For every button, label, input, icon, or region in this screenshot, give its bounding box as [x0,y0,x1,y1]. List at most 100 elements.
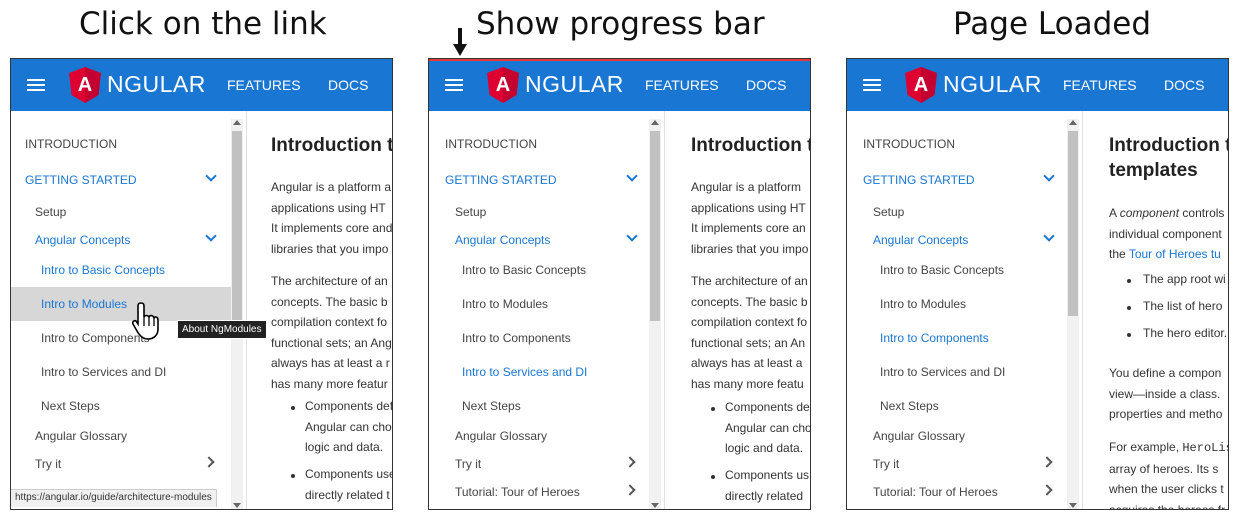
sidebar-item-tutorial[interactable]: Tutorial: Tour of Heroes [873,485,998,499]
status-bar-url: https://angular.io/guide/architecture-mo… [11,489,217,507]
hamburger-menu-icon[interactable] [445,79,463,91]
bullet-item: Components def Angular can cho logic and… [305,396,392,458]
sidebar-item-next-steps[interactable]: Next Steps [462,399,521,413]
text-line: For example, HeroLis [1109,437,1228,459]
sidebar-item-introduction[interactable]: INTRODUCTION [863,137,955,151]
nav-features[interactable]: FEATURES [227,77,301,93]
progress-bar [429,59,810,61]
sidebar-item-intro-modules[interactable]: Intro to Modules [880,297,966,311]
sidebar-item-angular-concepts[interactable]: Angular Concepts [35,233,130,247]
sidebar-item-introduction[interactable]: INTRODUCTION [445,137,537,151]
sidebar-item-angular-concepts[interactable]: Angular Concepts [873,233,968,247]
sidebar-scrollbar[interactable] [649,119,661,509]
text-line: always has at least a [691,356,803,370]
sidebar-item-intro-basic[interactable]: Intro to Basic Concepts [880,263,1004,277]
paragraph: A component controls individual componen… [1109,203,1224,265]
sidebar-item-angular-concepts[interactable]: Angular Concepts [455,233,550,247]
text-line: logic and data. [305,440,384,454]
bullet-dot [1127,333,1131,337]
chevron-right-icon[interactable] [203,456,215,468]
chevron-right-icon[interactable] [1041,456,1053,468]
sidebar-item-getting-started[interactable]: GETTING STARTED [863,173,975,187]
chevron-down-icon[interactable] [1043,170,1055,182]
sidebar-item-setup[interactable]: Setup [873,205,904,219]
logo-letter: A [495,74,511,96]
sidebar-item-glossary[interactable]: Angular Glossary [873,429,965,443]
sidebar-item-try-it[interactable]: Try it [455,457,481,471]
sidebar-item-next-steps[interactable]: Next Steps [880,399,939,413]
page-title: Introduction t [691,135,811,156]
chevron-down-icon[interactable] [626,170,638,182]
screenshot-panel-loaded: A NGULAR FEATURES DOCS INTRODUCTION GETT… [846,58,1229,510]
text-line: compilation context fo [271,315,388,329]
text-line: directly related t [305,487,390,502]
screenshot-panel-click: A NGULAR FEATURES DOCS INTRODUCTION GETT… [10,58,393,510]
text-line: applications using HT [271,200,386,215]
chevron-down-icon[interactable] [1043,230,1055,242]
text-line: has many more featur [271,376,388,391]
sidebar-item-try-it[interactable]: Try it [873,457,899,471]
emphasis-text: component [1119,206,1180,220]
angular-logo[interactable]: A [487,67,519,103]
top-toolbar: A NGULAR FEATURES DOCS [11,59,392,111]
sidebar-item-setup[interactable]: Setup [35,205,66,219]
bullet-item: Components use directly related t [305,464,392,505]
sidebar-item-try-it[interactable]: Try it [35,457,61,471]
nav-docs[interactable]: DOCS [328,77,368,93]
bullet-item: Components us directly related [725,465,809,506]
nav-docs[interactable]: DOCS [1164,77,1204,93]
sidebar-item-intro-services[interactable]: Intro to Services and DI [41,365,166,379]
sidebar-item-setup[interactable]: Setup [455,205,486,219]
sidebar-item-intro-basic[interactable]: Intro to Basic Concepts [462,263,586,277]
caption-show-progress: Show progress bar [476,6,765,42]
text-line: applications using HT [691,200,806,215]
logo-letter: A [77,74,93,96]
chevron-right-icon[interactable] [1041,484,1053,496]
paragraph: For example, HeroLis array of heroes. It… [1109,437,1228,509]
tooltip: About NgModules [177,320,267,339]
sidebar-scrollbar[interactable] [231,119,243,509]
sidebar-item-intro-components[interactable]: Intro to Components [462,331,571,345]
text-line: Angular is a platform [691,180,802,194]
sidebar-item-intro-components[interactable]: Intro to Components [880,331,989,345]
sidebar-item-glossary[interactable]: Angular Glossary [35,429,127,443]
text-line: It implements core an [691,221,806,235]
text-span: For example, [1109,440,1183,454]
angular-logo[interactable]: A [69,67,101,103]
sidebar-item-intro-services[interactable]: Intro to Services and DI [462,365,587,379]
chevron-down-icon[interactable] [626,230,638,242]
nav-docs[interactable]: DOCS [746,77,786,93]
page-title-line2: templates [1109,160,1198,181]
sidebar-item-tutorial[interactable]: Tutorial: Tour of Heroes [455,485,580,499]
sidebar-item-intro-modules[interactable]: Intro to Modules [462,297,548,311]
chevron-right-icon[interactable] [624,456,636,468]
sidebar-item-getting-started[interactable]: GETTING STARTED [25,173,137,187]
hamburger-menu-icon[interactable] [27,79,45,91]
sidebar-scrollbar[interactable] [1067,119,1079,509]
main-content: Introduction t Angular is a platform app… [664,111,811,509]
sidebar-item-intro-modules[interactable]: Intro to Modules [11,287,231,321]
chevron-down-icon[interactable] [205,170,217,182]
nav-features[interactable]: FEATURES [645,77,719,93]
sidebar-item-next-steps[interactable]: Next Steps [41,399,100,413]
text-line: libraries that you impo [271,241,389,256]
chevron-down-icon[interactable] [205,230,217,242]
nav-features[interactable]: FEATURES [1063,77,1137,93]
bullet-dot [711,407,715,411]
page-title: Introduction t [271,135,393,156]
bullet-dot [1127,279,1131,283]
hamburger-menu-icon[interactable] [863,79,881,91]
sidebar-item-glossary[interactable]: Angular Glossary [455,429,547,443]
caption-click-link: Click on the link [79,6,327,42]
chevron-right-icon[interactable] [624,484,636,496]
sidebar-item-getting-started[interactable]: GETTING STARTED [445,173,557,187]
sidebar-item-intro-basic[interactable]: Intro to Basic Concepts [41,263,165,277]
sidebar-item-introduction[interactable]: INTRODUCTION [25,137,117,151]
main-content: Introduction t Angular is a platform a a… [246,111,393,509]
tour-of-heroes-link[interactable]: Tour of Heroes tu [1129,247,1221,261]
angular-logo[interactable]: A [905,67,937,103]
text-line: It implements core and [271,221,393,235]
text-line: individual component [1109,226,1222,241]
sidebar-item-intro-services[interactable]: Intro to Services and DI [880,365,1005,379]
text-span: A [1109,206,1120,220]
